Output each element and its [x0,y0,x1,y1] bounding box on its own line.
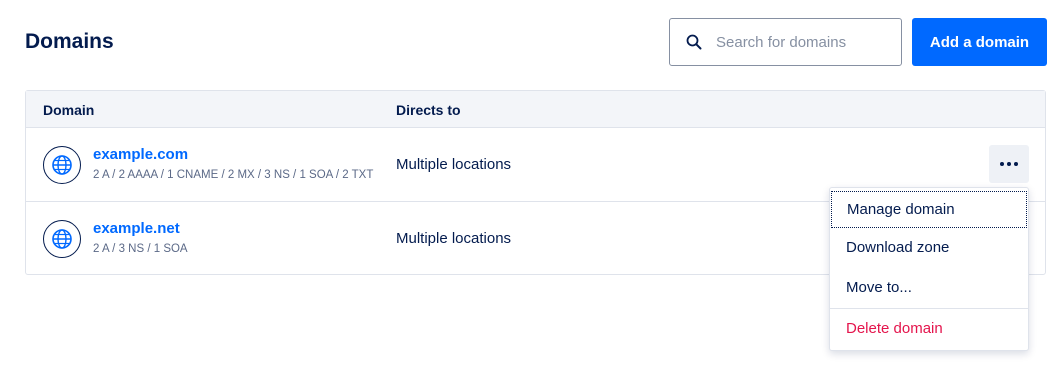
page-title: Domains [25,30,114,53]
table-header: Domain Directs to [26,91,1045,128]
menu-item-delete-domain[interactable]: Delete domain [830,309,1028,349]
directs-to-value: Multiple locations [396,230,512,247]
record-summary: 2 A / 3 NS / 1 SOA [93,243,188,255]
record-summary: 2 A / 2 AAAA / 1 CNAME / 2 MX / 3 NS / 1… [93,169,374,181]
search-box[interactable] [669,18,902,66]
domain-actions-menu: Manage domain Download zone Move to... D… [829,187,1029,351]
search-input[interactable] [716,33,886,51]
more-options-button[interactable] [989,145,1029,183]
add-domain-button[interactable]: Add a domain [912,18,1047,66]
menu-item-move-to[interactable]: Move to... [830,268,1028,308]
domain-link[interactable]: example.com [93,146,188,163]
menu-item-download-zone[interactable]: Download zone [830,228,1028,268]
more-options-icon [1000,162,1004,166]
globe-icon [43,146,81,184]
globe-icon [43,220,81,258]
column-header-domain: Domain [43,102,95,118]
column-header-directs-to: Directs to [396,102,461,118]
menu-item-manage-domain[interactable]: Manage domain [831,191,1027,228]
directs-to-value: Multiple locations [396,156,512,173]
domain-link[interactable]: example.net [93,220,180,237]
search-icon [686,34,702,50]
